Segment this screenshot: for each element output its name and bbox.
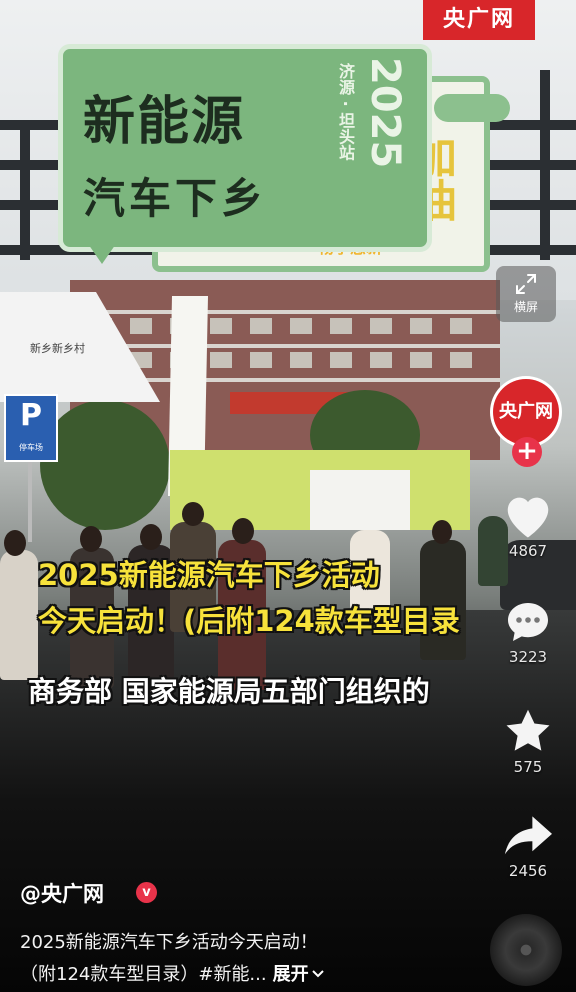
chevron-down-icon	[311, 970, 324, 978]
favorite-button[interactable]: 575	[492, 706, 564, 776]
subtitle-line2: 今天启动！(后附124款车型目录	[38, 604, 460, 638]
billboard-title-line2: 汽车下乡	[83, 174, 268, 223]
expand-link[interactable]: 展开	[273, 964, 325, 985]
heart-icon	[507, 497, 549, 538]
parking-sub: 停车场	[19, 443, 43, 452]
share-count: 2456	[508, 862, 548, 880]
person	[0, 550, 38, 680]
expand-icon	[516, 274, 536, 294]
person-head	[4, 530, 26, 556]
person-head	[182, 502, 204, 526]
landscape-label: 横屏	[513, 300, 538, 314]
comment-button[interactable]: 3223	[492, 598, 564, 666]
billboard-title-line1: 新能源	[83, 92, 246, 152]
video-frame[interactable]: 新乡新乡村 P 停车场 加油 畅享惠新 新能源 汽车下乡 济源 · 坦头站 20…	[0, 0, 576, 992]
description-line2: （附124款车型目录）#新能... 展开	[20, 960, 325, 986]
billboard-tag	[434, 94, 510, 122]
favorite-count: 575	[513, 758, 543, 776]
comment-icon	[508, 603, 548, 641]
expand-label: 展开	[272, 964, 309, 985]
subtitle-line3: 商务部 国家能源局五部门组织的	[28, 675, 430, 708]
billboard-location: 济源 · 坦头站	[336, 63, 355, 161]
description-line2-text: （附124款车型目录）#新能...	[20, 964, 267, 985]
parking-letter: P	[20, 398, 42, 433]
person-head	[432, 520, 452, 544]
tent-text: 新乡新乡村	[30, 342, 85, 355]
subtitle-line1: 2025新能源汽车下乡活动	[38, 558, 380, 592]
star-icon	[506, 709, 550, 751]
event-billboard: 新能源 汽车下乡 济源 · 坦头站 2025	[58, 44, 432, 252]
tree	[40, 400, 170, 530]
share-arrow-icon	[504, 816, 552, 855]
person-head	[140, 524, 162, 550]
like-count: 4867	[508, 542, 548, 560]
description-line1: 2025新能源汽车下乡活动今天启动！	[20, 932, 318, 953]
billboard-year: 2025	[362, 57, 408, 169]
landscape-button[interactable]: 横屏	[496, 266, 556, 322]
music-disc[interactable]	[490, 914, 562, 986]
follow-button[interactable]: +	[512, 437, 542, 467]
share-button[interactable]: 2456	[492, 812, 564, 880]
verified-badge: v	[136, 882, 157, 903]
comment-count: 3223	[508, 648, 548, 666]
billboard-tail	[84, 238, 120, 264]
parking-sign: P 停车场	[4, 394, 58, 462]
like-button[interactable]: 4867	[492, 490, 564, 560]
sign-pole	[28, 462, 32, 542]
booth-sign-white	[310, 470, 410, 530]
person-head	[80, 526, 102, 552]
author-name[interactable]: @央广网	[20, 878, 104, 908]
cnr-watermark: 央广网	[423, 0, 535, 40]
person-head	[232, 518, 254, 544]
